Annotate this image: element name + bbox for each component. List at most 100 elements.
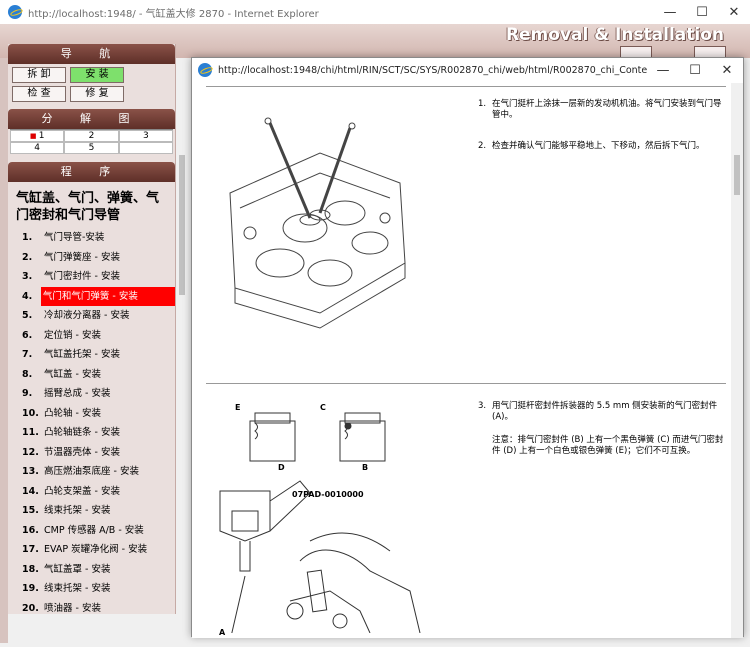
procedure-item-link[interactable]: 摇臂总成 - 安装 (42, 384, 112, 404)
procedure-content: 1. 在气门挺杆上涂抹一层新的发动机机油。将气门安装到气门导管中。 2. 检查并… (192, 83, 732, 638)
procedure-item-link[interactable]: CMP 传感器 A/B - 安装 (42, 521, 146, 541)
nav-scrollbar[interactable] (177, 95, 187, 613)
procedure-list: 1. 气门导管-安装 2. 气门弹簧座 - 安装 3. 气门密封件 - 安装 4. 气门和气门… (8, 224, 175, 614)
procedure-item-number: 5. (22, 310, 33, 321)
procedure-item-number: 7. (22, 349, 33, 360)
procedure-item-number: 20. (22, 602, 39, 614)
popup-maximize-button[interactable]: ☐ (679, 63, 711, 78)
procedure-item-link[interactable]: 气门弹簧座 - 安装 (42, 248, 122, 268)
procedure-item-link[interactable]: 凸轮轴 - 安装 (42, 404, 103, 424)
procedure-item[interactable]: 15. 线束托架 - 安装 (22, 501, 175, 521)
exploded-cell[interactable]: 1 (10, 130, 65, 142)
repair-button[interactable]: 修 复 (70, 86, 124, 102)
procedure-item-link[interactable]: 定位销 - 安装 (42, 326, 103, 346)
procedure-item[interactable]: 12. 节温器壳体 - 安装 (22, 443, 175, 463)
procedure-item-link[interactable]: 凸轮轴链条 - 安装 (42, 423, 122, 443)
procedure-item[interactable]: 20. 喷油器 - 安装 (22, 599, 175, 615)
procedure-item[interactable]: 19. 线束托架 - 安装 (22, 579, 175, 599)
valve-seal-install-figure (219, 412, 421, 633)
step-number: 3. (478, 401, 487, 411)
procedure-item[interactable]: 13. 高压燃油泵底座 - 安装 (22, 462, 175, 482)
popup-minimize-button[interactable]: — (647, 63, 679, 78)
procedure-item-number: 2. (22, 251, 33, 263)
procedure-item[interactable]: 1. 气门导管-安装 (22, 228, 175, 248)
exploded-view-header: 分 解 图 (8, 109, 175, 129)
procedure-header: 程 序 (8, 162, 175, 182)
ie-icon (198, 63, 212, 77)
procedure-item-link[interactable]: 气缸盖托架 - 安装 (42, 345, 122, 365)
cylinder-head-valve-figure (229, 117, 406, 329)
procedure-item-link[interactable]: 高压燃油泵底座 - 安装 (42, 462, 141, 482)
nav-header: 导 航 (8, 44, 175, 64)
figure-label-e: E (235, 403, 241, 412)
procedure-item[interactable]: 7. 气缸盖托架 - 安装 (22, 345, 175, 365)
exploded-cell-empty (118, 142, 173, 154)
ie-icon (8, 5, 22, 19)
procedure-item-number: 15. (22, 505, 39, 516)
procedure-item-link[interactable]: 气缸盖罩 - 安装 (42, 560, 112, 580)
brand-title: Removal & Installation (505, 25, 724, 45)
maximize-button[interactable]: ☐ (686, 5, 718, 20)
procedure-item-link[interactable]: 冷却液分离器 - 安装 (42, 306, 131, 326)
procedure-item-link[interactable]: 线束托架 - 安装 (42, 501, 112, 521)
procedure-item-number: 9. (22, 388, 33, 399)
procedure-item[interactable]: 4. 气门和气门弹簧 - 安装 (22, 286, 175, 306)
nav-scrollbar-thumb[interactable] (179, 155, 185, 295)
procedure-item-link[interactable]: 喷油器 - 安装 (42, 599, 103, 615)
main-titlebar: http://localhost:1948/ - 气缸盖大修 2870 - In… (0, 0, 750, 24)
procedure-item[interactable]: 5. 冷却液分离器 - 安装 (22, 306, 175, 326)
navigation-panel: 导 航 拆 卸 安 装 检 查 修 复 分 解 图 1 2 3 4 5 程 序 … (8, 44, 176, 614)
popup-scrollbar[interactable] (731, 83, 743, 638)
inspect-button[interactable]: 检 查 (12, 86, 66, 102)
removal-button[interactable]: 拆 卸 (12, 67, 66, 83)
popup-scrollbar-thumb[interactable] (734, 155, 740, 195)
step-text: 检查并确认气门能够平稳地上、下移动，然后拆下气门。 (492, 141, 705, 151)
popup-titlebar: http://localhost:1948/chi/html/RIN/SCT/S… (192, 58, 743, 82)
procedure-item-number: 10. (22, 407, 39, 419)
figure-label-a: A (219, 628, 226, 637)
procedure-item-link[interactable]: 气门密封件 - 安装 (42, 267, 122, 287)
procedure-item[interactable]: 8. 气缸盖 - 安装 (22, 365, 175, 385)
popup-close-button[interactable]: ✕ (711, 63, 743, 78)
procedure-item-link[interactable]: EVAP 炭罐净化阀 - 安装 (42, 540, 149, 560)
figure-label-b: B (362, 463, 369, 472)
step-text: 用气门挺杆密封件拆装器的 5.5 mm 侧安装新的气门密封件 (A)。 (492, 401, 718, 422)
procedure-item[interactable]: 6. 定位销 - 安装 (22, 326, 175, 346)
procedure-item[interactable]: 10. 凸轮轴 - 安装 (22, 404, 175, 424)
procedure-item[interactable]: 2. 气门弹簧座 - 安装 (22, 248, 175, 268)
procedure-item[interactable]: 11. 凸轮轴链条 - 安装 (22, 423, 175, 443)
note-text: 注意：排气门密封件 (B) 上有一个黑色弹簧 (C) 而进气门密封件 (D) 上… (492, 435, 724, 456)
figure-label-c: C (320, 403, 326, 412)
procedure-item-link[interactable]: 气门和气门弹簧 - 安装 (40, 286, 175, 306)
procedure-item-number: 8. (22, 368, 33, 380)
procedure-item[interactable]: 9. 摇臂总成 - 安装 (22, 384, 175, 404)
procedure-item-number: 17. (22, 544, 39, 555)
procedure-item-number: 18. (22, 563, 39, 575)
procedure-item-link[interactable]: 节温器壳体 - 安装 (42, 443, 122, 463)
procedure-item[interactable]: 16. CMP 传感器 A/B - 安装 (22, 521, 175, 541)
install-button[interactable]: 安 装 (70, 67, 124, 83)
procedure-item[interactable]: 14. 凸轮支架盖 - 安装 (22, 482, 175, 502)
exploded-cell[interactable]: 2 (64, 130, 119, 142)
procedure-item-link[interactable]: 凸轮支架盖 - 安装 (42, 482, 122, 502)
step-number: 2. (478, 141, 487, 151)
procedure-item-link[interactable]: 线束托架 - 安装 (42, 579, 112, 599)
procedure-item-number: 4. (22, 290, 33, 302)
procedure-item-number: 11. (22, 427, 39, 438)
step-text: 在气门挺杆上涂抹一层新的发动机机油。将气门安装到气门导管中。 (492, 99, 722, 120)
exploded-cell[interactable]: 5 (64, 142, 119, 154)
minimize-button[interactable]: — (654, 5, 686, 20)
procedure-item[interactable]: 18. 气缸盖罩 - 安装 (22, 560, 175, 580)
procedure-item-number: 14. (22, 485, 39, 497)
procedure-item[interactable]: 17. EVAP 炭罐净化阀 - 安装 (22, 540, 175, 560)
exploded-view-grid: 1 2 3 4 5 (10, 129, 173, 154)
procedure-item-link[interactable]: 气门导管-安装 (42, 228, 106, 248)
main-window-title: http://localhost:1948/ - 气缸盖大修 2870 - In… (28, 8, 319, 20)
exploded-cell[interactable]: 3 (118, 130, 173, 142)
procedure-item[interactable]: 3. 气门密封件 - 安装 (22, 267, 175, 287)
content-divider (206, 86, 726, 87)
close-button[interactable]: ✕ (718, 5, 750, 20)
exploded-cell[interactable]: 4 (10, 142, 65, 154)
step-number: 1. (478, 99, 487, 109)
procedure-item-link[interactable]: 气缸盖 - 安装 (42, 365, 103, 385)
